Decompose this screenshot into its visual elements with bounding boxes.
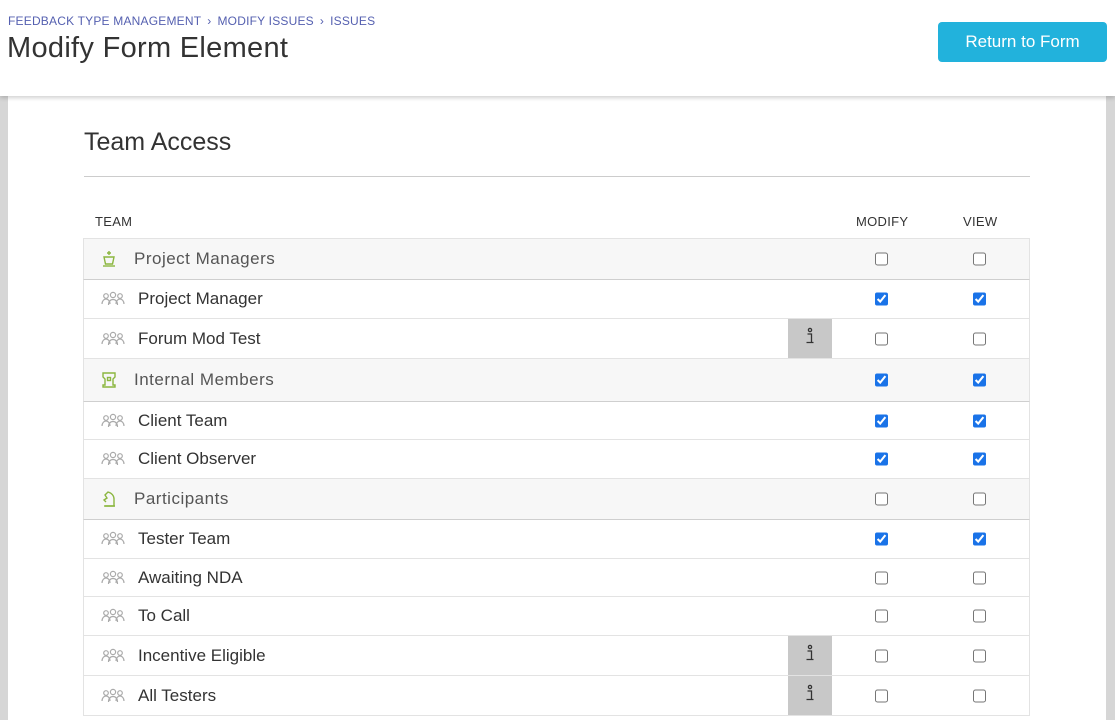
view-checkbox[interactable]	[973, 414, 986, 427]
team-row-all-testers: All Testers	[83, 676, 1030, 716]
team-group-row-participants: Participants	[83, 479, 1030, 520]
team-row-project-manager: Project Manager	[83, 280, 1030, 319]
team-group-row-internal-members: Internal Members	[83, 359, 1030, 402]
chess-king-icon	[100, 250, 118, 268]
team-access-table: Project Managers Project Manager Forum Mod…	[83, 238, 1030, 716]
section-divider	[84, 176, 1030, 177]
team-group-row-project-managers: Project Managers	[83, 239, 1030, 280]
team-access-panel: Team Access TEAM MODIFY VIEW Project Man…	[8, 96, 1106, 720]
users-icon	[101, 569, 125, 587]
users-icon	[101, 450, 125, 468]
modify-checkbox[interactable]	[875, 292, 888, 306]
modify-checkbox[interactable]	[875, 452, 888, 466]
team-row-client-observer: Client Observer	[83, 440, 1030, 479]
team-label: Project Manager	[138, 289, 263, 308]
team-label: Client Observer	[138, 449, 257, 468]
team-row-awaiting-nda: Awaiting NDA	[83, 559, 1030, 597]
view-checkbox[interactable]	[973, 332, 986, 345]
view-checkbox[interactable]	[973, 373, 986, 387]
info-button[interactable]	[788, 636, 832, 675]
chevron-right-icon: ›	[207, 14, 212, 28]
modify-checkbox[interactable]	[875, 571, 888, 584]
team-label: Awaiting NDA	[138, 567, 243, 587]
modify-checkbox[interactable]	[875, 492, 888, 506]
info-icon	[804, 644, 816, 667]
chess-rook-icon	[100, 371, 118, 389]
modify-checkbox[interactable]	[875, 414, 888, 427]
page-title: Modify Form Element	[7, 32, 289, 64]
team-row-client-team: Client Team	[83, 402, 1030, 440]
team-label: Internal Members	[134, 370, 275, 389]
team-label: Forum Mod Test	[138, 328, 261, 348]
page-header: FEEDBACK TYPE MANAGEMENT › MODIFY ISSUES…	[0, 0, 1115, 96]
users-icon	[101, 290, 125, 308]
chevron-right-icon: ›	[319, 14, 325, 28]
team-label: All Testers	[138, 685, 217, 705]
breadcrumb-issues[interactable]: ISSUES	[330, 14, 375, 28]
breadcrumb-feedback-type-management[interactable]: FEEDBACK TYPE MANAGEMENT	[8, 14, 201, 28]
info-button[interactable]	[788, 319, 832, 358]
view-checkbox[interactable]	[973, 532, 986, 546]
team-row-to-call: To Call	[83, 597, 1030, 636]
info-button[interactable]	[788, 676, 832, 715]
section-title: Team Access	[84, 128, 232, 156]
column-header-modify: MODIFY	[856, 214, 909, 229]
users-icon	[101, 687, 125, 705]
chess-knight-icon	[100, 490, 118, 508]
column-header-view: VIEW	[963, 214, 998, 229]
team-label: Project Managers	[134, 249, 276, 268]
team-label: To Call	[138, 606, 190, 625]
team-label: Incentive Eligible	[138, 645, 266, 665]
modify-checkbox[interactable]	[875, 649, 888, 662]
users-icon	[101, 330, 125, 348]
team-label: Client Team	[138, 410, 228, 430]
users-icon	[101, 647, 125, 665]
view-checkbox[interactable]	[973, 571, 986, 584]
view-checkbox[interactable]	[973, 609, 986, 623]
return-to-form-button[interactable]: Return to Form	[938, 22, 1107, 62]
modify-checkbox[interactable]	[875, 252, 888, 266]
info-icon	[804, 327, 816, 350]
view-checkbox[interactable]	[973, 252, 986, 266]
team-row-tester-team: Tester Team	[83, 520, 1030, 559]
modify-checkbox[interactable]	[875, 532, 888, 546]
users-icon	[101, 530, 125, 548]
users-icon	[101, 607, 125, 625]
view-checkbox[interactable]	[973, 649, 986, 662]
modify-checkbox[interactable]	[875, 609, 888, 623]
team-label: Participants	[134, 489, 229, 508]
view-checkbox[interactable]	[973, 492, 986, 506]
view-checkbox[interactable]	[973, 292, 986, 306]
team-label: Tester Team	[138, 529, 231, 548]
breadcrumb-modify-issues[interactable]: MODIFY ISSUES	[217, 14, 313, 28]
modify-checkbox[interactable]	[875, 373, 888, 387]
team-row-forum-mod-test: Forum Mod Test	[83, 319, 1030, 359]
modify-checkbox[interactable]	[875, 689, 888, 702]
modify-checkbox[interactable]	[875, 332, 888, 345]
view-checkbox[interactable]	[973, 689, 986, 702]
info-icon	[804, 684, 816, 707]
team-row-incentive-eligible: Incentive Eligible	[83, 636, 1030, 676]
column-header-team: TEAM	[95, 214, 133, 229]
breadcrumb: FEEDBACK TYPE MANAGEMENT › MODIFY ISSUES…	[8, 14, 375, 28]
view-checkbox[interactable]	[973, 452, 986, 466]
users-icon	[101, 412, 125, 430]
